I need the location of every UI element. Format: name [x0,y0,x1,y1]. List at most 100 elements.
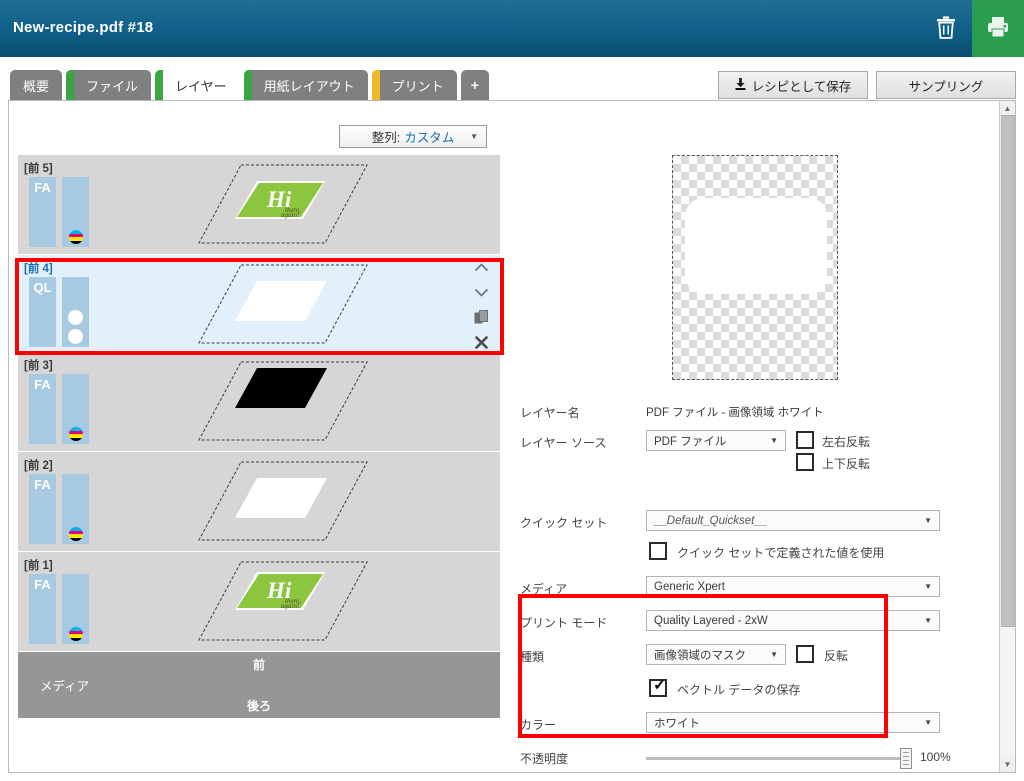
layer-name-label: レイヤー名 [520,406,580,420]
layer-row-front1-label: [前 1] [24,560,53,572]
print-mode-value: Quality Layered - 2xW [654,614,768,627]
media-back-label: 後ろ [246,699,271,713]
layer-row-front3-ink [62,374,89,444]
tab-file-label: ファイル [86,78,139,94]
layer-row-front2-thumbnail [193,458,373,544]
media-value: Generic Xpert [654,580,725,593]
color-select[interactable]: ホワイト ▼ [646,712,940,733]
scroll-down-arrow[interactable]: ▼ [1000,757,1015,772]
field-print-mode: プリント モード Quality Layered - 2xW ▼ [520,610,990,644]
tab-print-stripe [371,70,380,100]
layer-row-front2-badge: FA [29,474,56,544]
download-icon [735,77,746,93]
cmyk-dot-icon [69,527,83,541]
type-select[interactable]: 画像領域のマスク ▼ [646,644,786,665]
media-front-label: 前 [252,658,265,672]
field-media: メディア Generic Xpert ▼ [520,576,990,610]
cmyk-dot-icon [69,627,83,641]
layer-row-front2[interactable]: [前 2] FA [18,452,500,552]
layer-row-front3-thumbnail [193,358,373,444]
chevron-down-icon: ▼ [470,132,478,141]
layer-source-label: レイヤー ソース [520,436,607,450]
field-layer-name: レイヤー名 PDF ファイル - 画像領域 ホワイト [520,400,990,430]
flip-horizontal-checkbox[interactable] [796,431,814,449]
field-keep-vector: ✓ ベクトル データの保存 [520,677,990,712]
chevron-down-icon: ▼ [924,616,932,625]
svg-text:again!: again! [281,211,300,219]
tab-add-button[interactable]: + [460,70,489,100]
page-title: New-recipe.pdf #18 [13,19,154,36]
opacity-slider[interactable] [646,748,912,769]
layer-row-front4[interactable]: [前 4] QL [18,255,500,352]
svg-text:again!: again! [281,602,300,610]
tab-paper-layout[interactable]: 用紙レイアウト [243,70,368,100]
opacity-slider-knob[interactable] [900,748,912,769]
sampling-button[interactable]: サンプリング [876,71,1016,99]
tab-file[interactable]: ファイル [66,70,152,100]
layer-row-front3[interactable]: [前 3] FA [18,352,500,452]
opacity-label: 不透明度 [520,752,569,766]
field-type: 種類 画像領域のマスク ▼ 反転 [520,644,990,678]
media-row: 前 メディア 後ろ [18,652,500,718]
invert-checkbox[interactable] [796,645,814,663]
align-select-value: カスタム [404,131,455,145]
tab-layers[interactable]: レイヤー [155,70,240,100]
media-select[interactable]: Generic Xpert ▼ [646,576,940,597]
chevron-down-icon: ▼ [924,582,932,591]
sampling-label: サンプリング [908,79,984,94]
layer-row-front1-ink [62,574,89,644]
layer-row-front2-label: [前 2] [24,460,53,472]
print-mode-select[interactable]: Quality Layered - 2xW ▼ [646,610,940,631]
delete-layer-button[interactable] [471,334,491,350]
layer-row-front5[interactable]: [前 5] FA Hi there, again! [18,155,500,255]
tab-overview[interactable]: 概要 [10,70,63,100]
tab-paper-layout-label: 用紙レイアウト [263,78,355,94]
tab-layers-stripe [155,70,164,100]
printer-icon [987,16,1009,41]
layer-row-front4-badge: QL [29,277,56,347]
tab-list: 概要 ファイル レイヤー 用紙レイアウト プリント + [10,70,493,100]
quickset-value: __Default_Quickset__ [654,514,768,527]
layer-row-front4-label: [前 4] [24,263,53,275]
layer-row-front5-ink [62,177,89,247]
vertical-scrollbar[interactable]: ▲ ▼ [999,101,1015,772]
media-name-label: メディア [40,679,90,694]
scrollbar-thumb[interactable] [1001,115,1015,627]
layer-row-front4-actions [470,259,492,350]
preview-white-shape [685,198,827,294]
use-quickset-checkbox[interactable] [649,542,667,560]
quickset-label: クイック セット [520,516,608,530]
trash-icon [936,15,956,42]
application-window: New-recipe.pdf #18 概要 ファイル レイヤー 用紙レイアウト … [0,0,1024,781]
align-select[interactable]: 整列: カスタム ▼ [339,125,487,148]
scroll-up-arrow[interactable]: ▲ [1000,101,1015,116]
tab-paper-layout-stripe [243,70,252,100]
layer-source-value: PDF ファイル [654,435,727,448]
chevron-down-icon: ▼ [924,516,932,525]
layer-row-front1-badge: FA [29,574,56,644]
media-label: メディア [520,582,568,596]
layer-row-front1[interactable]: [前 1] FA Hi there, again! [18,552,500,652]
move-layer-up-button[interactable] [471,259,491,275]
delete-recipe-button[interactable] [920,0,972,57]
layer-source-select[interactable]: PDF ファイル ▼ [646,430,786,451]
layer-row-front4-ink [62,277,89,347]
quickset-select[interactable]: __Default_Quickset__ ▼ [646,510,940,531]
tab-print-label: プリント [391,78,444,94]
check-icon: ✓ [653,677,667,694]
print-button[interactable] [972,0,1024,57]
layer-row-front3-badge: FA [29,374,56,444]
duplicate-layer-button[interactable] [471,309,491,325]
layer-row-front2-ink [62,474,89,544]
cmyk-dot-icon [69,427,83,441]
toolbar-buttons: レシピとして保存 サンプリング [718,71,1016,99]
keep-vector-checkbox[interactable]: ✓ [649,677,667,697]
tab-print[interactable]: プリント [371,70,457,100]
layer-row-front5-thumbnail: Hi there, again! [193,161,373,247]
move-layer-down-button[interactable] [471,284,491,300]
layer-row-front4-thumbnail [193,261,373,347]
field-quickset: クイック セット __Default_Quickset__ ▼ [520,510,990,538]
tab-overview-label: 概要 [23,78,50,94]
save-as-recipe-button[interactable]: レシピとして保存 [718,71,868,99]
